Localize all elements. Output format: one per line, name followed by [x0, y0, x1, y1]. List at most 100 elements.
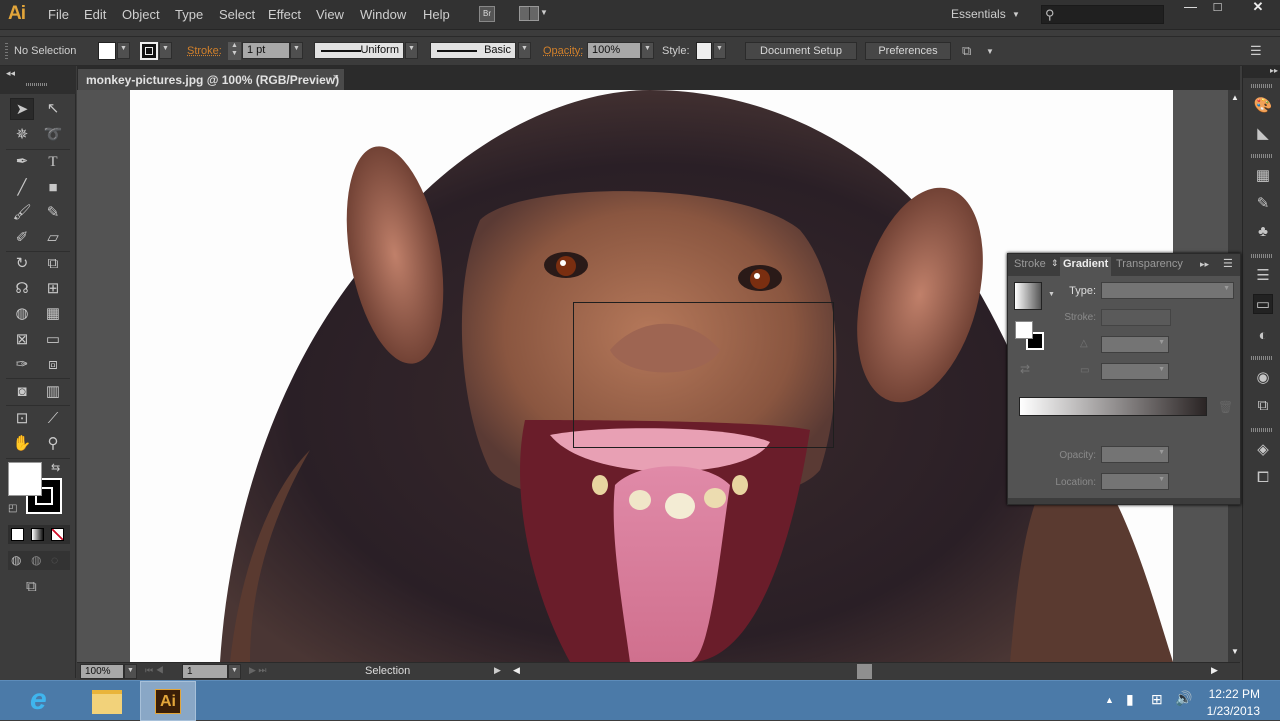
- tab-gradient[interactable]: Gradient: [1060, 257, 1112, 276]
- close-tab-icon[interactable]: ×: [333, 72, 339, 84]
- transparency-panel-icon[interactable]: ◐: [1253, 326, 1273, 346]
- color-guide-icon[interactable]: ◣: [1253, 124, 1273, 144]
- perspective-grid-tool[interactable]: ▦: [41, 303, 65, 325]
- minimize-button[interactable]: —: [1177, 0, 1204, 16]
- stroke-label[interactable]: Stroke:: [187, 45, 222, 57]
- scroll-up-icon[interactable]: ▲: [1231, 93, 1239, 102]
- chevron-down-icon[interactable]: ▼: [1012, 10, 1020, 19]
- draw-behind-icon[interactable]: ◍: [31, 553, 41, 567]
- panel-menu-icon[interactable]: ☰: [1223, 257, 1233, 270]
- last-artboard-icon[interactable]: ▶ ⏭: [249, 665, 267, 676]
- document-setup-button[interactable]: Document Setup: [745, 42, 857, 60]
- scroll-right-icon[interactable]: ▶: [1211, 665, 1218, 676]
- menu-edit[interactable]: Edit: [84, 7, 106, 22]
- symbols-icon[interactable]: ♣: [1253, 222, 1273, 242]
- brushes-icon[interactable]: ✎: [1253, 194, 1273, 214]
- menu-effect[interactable]: Effect: [268, 7, 301, 22]
- clock-date[interactable]: 1/23/2013: [1204, 704, 1260, 718]
- gradient-preview-swatch[interactable]: [1014, 282, 1042, 310]
- stop-opacity-input[interactable]: [1101, 446, 1169, 463]
- taskbar-internet-explorer[interactable]: e: [18, 681, 74, 721]
- gradient-fill-box[interactable]: [1015, 321, 1033, 339]
- reverse-gradient-icon[interactable]: ⇄: [1020, 362, 1030, 376]
- free-transform-tool[interactable]: ⊞: [41, 278, 65, 300]
- graphic-styles-icon[interactable]: ⧉: [1253, 396, 1273, 416]
- column-graph-tool[interactable]: ▥: [41, 381, 65, 403]
- scroll-down-icon[interactable]: ▼: [1231, 647, 1239, 656]
- panel-menu-icon[interactable]: ☰: [1250, 43, 1262, 59]
- direct-selection-tool[interactable]: ↖: [41, 98, 65, 120]
- eyedropper-tool[interactable]: ✑: [10, 354, 34, 376]
- panel-grip[interactable]: [1251, 84, 1273, 88]
- angle-input[interactable]: [1101, 336, 1169, 353]
- menu-view[interactable]: View: [316, 7, 344, 22]
- show-hidden-icons[interactable]: ▲: [1105, 695, 1114, 705]
- stroke-weight-dropdown[interactable]: [290, 42, 303, 59]
- swatches-icon[interactable]: ▦: [1253, 166, 1273, 186]
- gradient-ramp[interactable]: [1019, 397, 1207, 416]
- delete-stop-icon[interactable]: 🗑: [1218, 400, 1233, 414]
- opacity-dropdown[interactable]: [641, 42, 654, 59]
- tab-stroke[interactable]: Stroke: [1014, 258, 1046, 270]
- tab-transparency[interactable]: Transparency: [1116, 258, 1183, 270]
- default-colors-icon[interactable]: ◰: [8, 503, 17, 514]
- status-menu-icon[interactable]: ▶: [494, 665, 501, 676]
- volume-icon[interactable]: 🔊: [1175, 690, 1192, 707]
- menu-file[interactable]: File: [48, 7, 69, 22]
- mesh-tool[interactable]: ⊠: [10, 329, 34, 351]
- menu-type[interactable]: Type: [175, 7, 203, 22]
- panel-grip[interactable]: [1251, 154, 1273, 158]
- layers-icon[interactable]: ◈: [1253, 440, 1273, 460]
- eraser-tool[interactable]: ▱: [41, 227, 65, 249]
- rectangle-tool[interactable]: ■: [41, 177, 65, 199]
- gradient-type-select[interactable]: [1101, 282, 1234, 299]
- first-artboard-icon[interactable]: ⏮ ◀: [145, 665, 164, 676]
- align-options-icon[interactable]: ⧉: [962, 43, 971, 59]
- panel-grip[interactable]: [1251, 428, 1273, 432]
- panel-grip[interactable]: [1251, 356, 1273, 360]
- menu-window[interactable]: Window: [360, 7, 406, 22]
- style-dropdown[interactable]: [713, 42, 726, 59]
- panel-grip[interactable]: [26, 83, 48, 86]
- chevron-down-icon[interactable]: ▼: [1048, 291, 1055, 298]
- collapse-dock-icon[interactable]: ▸▸: [1270, 66, 1278, 75]
- pen-tool[interactable]: ✒: [10, 151, 34, 173]
- line-segment-tool[interactable]: ╱: [10, 177, 34, 199]
- close-button[interactable]: ✕: [1240, 0, 1276, 16]
- expand-panel-icon[interactable]: ▸▸: [1200, 259, 1209, 270]
- paintbrush-tool[interactable]: 🖌: [10, 202, 34, 224]
- brush-definition[interactable]: Basic: [430, 42, 516, 59]
- pencil-tool[interactable]: ✎: [41, 202, 65, 224]
- menu-select[interactable]: Select: [219, 7, 255, 22]
- warp-tool[interactable]: ☊: [10, 278, 34, 300]
- opacity-label[interactable]: Opacity:: [543, 45, 583, 57]
- stroke-weight-input[interactable]: 1 pt: [242, 42, 290, 59]
- panel-resize-handle[interactable]: [1008, 498, 1240, 504]
- chevron-down-icon[interactable]: ▼: [540, 8, 548, 17]
- color-mode-button[interactable]: [11, 528, 24, 541]
- clock-time[interactable]: 12:22 PM: [1208, 687, 1260, 701]
- blend-tool[interactable]: ⧈: [41, 354, 65, 376]
- panel-grip[interactable]: [1251, 254, 1273, 258]
- current-tool-status[interactable]: Selection: [365, 665, 410, 677]
- selection-tool[interactable]: ➤: [10, 98, 34, 120]
- menu-object[interactable]: Object: [122, 7, 160, 22]
- bridge-button[interactable]: Br: [479, 6, 495, 22]
- fill-dropdown[interactable]: [117, 42, 130, 59]
- gradient-mode-button[interactable]: [31, 528, 44, 541]
- collapse-icon[interactable]: ◂◂: [6, 68, 15, 79]
- swap-colors-icon[interactable]: ⇆: [51, 461, 60, 474]
- stroke-weight-stepper[interactable]: ▲ ▼: [228, 42, 241, 60]
- type-tool[interactable]: T: [41, 151, 65, 173]
- fill-swatch[interactable]: [98, 42, 116, 60]
- appearance-icon[interactable]: ◉: [1253, 368, 1273, 388]
- scale-tool[interactable]: ⧉: [41, 253, 65, 275]
- document-tab[interactable]: monkey-pictures.jpg @ 100% (RGB/Preview)…: [77, 68, 345, 90]
- gradient-panel-icon[interactable]: ▭: [1253, 294, 1273, 314]
- magic-wand-tool[interactable]: ✵: [10, 124, 34, 146]
- variable-width-profile[interactable]: Uniform: [314, 42, 404, 59]
- rotate-tool[interactable]: ↻: [10, 253, 34, 275]
- chevron-down-icon[interactable]: ▼: [986, 47, 994, 56]
- maximize-button[interactable]: □: [1204, 0, 1231, 16]
- fill-color-box[interactable]: [8, 462, 42, 496]
